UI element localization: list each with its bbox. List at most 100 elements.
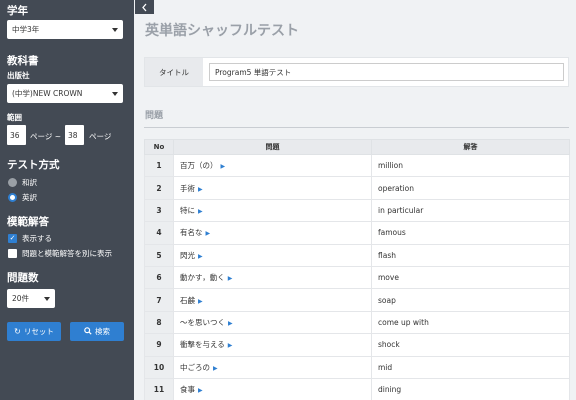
model-answer-title: 模範解答 (7, 216, 49, 228)
answer-cell: mid (371, 355, 570, 379)
question-text: 石鹸 (180, 295, 195, 305)
question-table: No 問題 解答 1 百万（の） ▶ million 2 手術 ▶ operation 3 特に ▶… (144, 139, 570, 400)
table-row: 3 特に ▶ in particular (144, 198, 570, 223)
table-row: 10 中ごろの ▶ mid (144, 355, 570, 379)
check-show-answer[interactable]: ✓ 表示する (8, 233, 52, 244)
publisher-select[interactable]: (中学)NEW CROWN (7, 84, 123, 103)
answer-cell: in particular (371, 198, 570, 223)
search-button[interactable]: 検索 (70, 322, 124, 341)
row-number: 8 (144, 310, 174, 335)
answer-cell: move (371, 265, 570, 290)
table-row: 9 衝撃を与える ▶ shock (144, 333, 570, 357)
answer-cell: shock (371, 333, 570, 357)
grade-title: 学年 (7, 5, 28, 17)
count-select-value: 20件 (12, 294, 30, 303)
title-field-label: タイトル (145, 58, 203, 86)
question-text: ～を思いつく (180, 317, 225, 327)
reset-button[interactable]: ↻ リセット (7, 322, 61, 341)
sidebar-collapse-button[interactable] (135, 0, 154, 14)
question-cell: 特に ▶ (173, 198, 372, 223)
question-cell: 有名な ▶ (173, 221, 372, 245)
page-separator: ページ ~ (30, 132, 62, 141)
title-input[interactable]: Program5 単語テスト (209, 63, 564, 81)
table-row: 5 閃光 ▶ flash (144, 243, 570, 267)
page-to-input[interactable]: 38 (65, 125, 84, 145)
row-number: 2 (144, 176, 174, 200)
chevron-down-icon (112, 27, 118, 32)
play-icon[interactable]: ▶ (198, 253, 203, 260)
question-cell: 食事 ▶ (173, 377, 372, 400)
radio-japanese[interactable]: 和訳 (8, 177, 37, 188)
count-title: 問題数 (7, 272, 39, 284)
table-header-row: No 問題 解答 (144, 139, 570, 155)
play-icon[interactable]: ▶ (228, 342, 233, 349)
test-method-title: テスト方式 (7, 159, 60, 171)
answer-cell: flash (371, 243, 570, 267)
question-text: 特に (180, 205, 195, 215)
check-show-label: 表示する (22, 234, 52, 243)
answer-cell: operation (371, 176, 570, 200)
page-from-input[interactable]: 36 (7, 125, 26, 145)
radio-english[interactable]: 英訳 (8, 192, 37, 203)
table-row: 11 食事 ▶ dining (144, 377, 570, 400)
row-number: 11 (144, 377, 174, 400)
range-label: 範囲 (7, 113, 22, 122)
check-separate-label: 問題と模範解答を別に表示 (22, 249, 112, 258)
question-text: 閃光 (180, 250, 195, 260)
search-button-label: 検索 (95, 327, 110, 336)
row-number: 3 (144, 198, 174, 223)
column-header-question: 問題 (173, 139, 372, 155)
question-text: 手術 (180, 183, 195, 193)
question-cell: 動かす，動く ▶ (173, 265, 372, 290)
play-icon[interactable]: ▶ (198, 298, 203, 305)
question-cell: ～を思いつく ▶ (173, 310, 372, 335)
search-icon (84, 326, 92, 337)
play-icon[interactable]: ▶ (198, 186, 203, 193)
play-icon[interactable]: ▶ (198, 208, 203, 215)
table-row: 7 石鹸 ▶ soap (144, 288, 570, 312)
play-icon[interactable]: ▶ (221, 163, 226, 170)
page-suffix: ページ (89, 132, 112, 141)
answer-cell: come up with (371, 310, 570, 335)
radio-selected-icon (8, 193, 17, 202)
section-divider (144, 127, 569, 128)
answer-cell: dining (371, 377, 570, 400)
row-number: 9 (144, 333, 174, 357)
answer-cell: famous (371, 221, 570, 245)
chevron-down-icon (44, 296, 50, 301)
question-text: 有名な (180, 228, 203, 238)
grade-select-value: 中学3年 (12, 25, 40, 34)
table-row: 6 動かす，動く ▶ move (144, 265, 570, 290)
chevron-down-icon (112, 91, 118, 96)
table-row: 2 手術 ▶ operation (144, 176, 570, 200)
checkbox-empty-icon (8, 249, 17, 258)
sidebar: 学年 中学3年 教科書 出版社 (中学)NEW CROWN 範囲 36 ページ … (0, 0, 134, 400)
answer-cell: million (371, 153, 570, 178)
refresh-icon: ↻ (14, 327, 21, 336)
question-text: 動かす，動く (180, 273, 225, 283)
question-text: 中ごろの (180, 362, 210, 372)
page-title: 英単語シャッフルテスト (145, 23, 299, 39)
play-icon[interactable]: ▶ (228, 275, 233, 282)
checkmark-icon: ✓ (8, 234, 17, 243)
title-panel: タイトル Program5 単語テスト (144, 57, 569, 87)
publisher-label: 出版社 (7, 71, 30, 80)
row-number: 1 (144, 153, 174, 178)
question-text: 食事 (180, 385, 195, 395)
radio-japanese-label: 和訳 (22, 178, 37, 187)
play-icon[interactable]: ▶ (198, 387, 203, 394)
question-cell: 手術 ▶ (173, 176, 372, 200)
column-header-no: No (144, 139, 174, 155)
play-icon[interactable]: ▶ (206, 230, 211, 237)
table-row: 1 百万（の） ▶ million (144, 153, 570, 178)
grade-select[interactable]: 中学3年 (7, 20, 123, 39)
question-cell: 閃光 ▶ (173, 243, 372, 267)
play-icon[interactable]: ▶ (228, 320, 233, 327)
chevron-left-icon (142, 3, 147, 11)
play-icon[interactable]: ▶ (213, 365, 218, 372)
question-text: 百万（の） (180, 161, 218, 171)
textbook-title: 教科書 (7, 55, 39, 67)
count-select[interactable]: 20件 (7, 289, 55, 308)
publisher-select-value: (中学)NEW CROWN (12, 89, 83, 98)
check-separate-answer[interactable]: 問題と模範解答を別に表示 (8, 248, 112, 259)
